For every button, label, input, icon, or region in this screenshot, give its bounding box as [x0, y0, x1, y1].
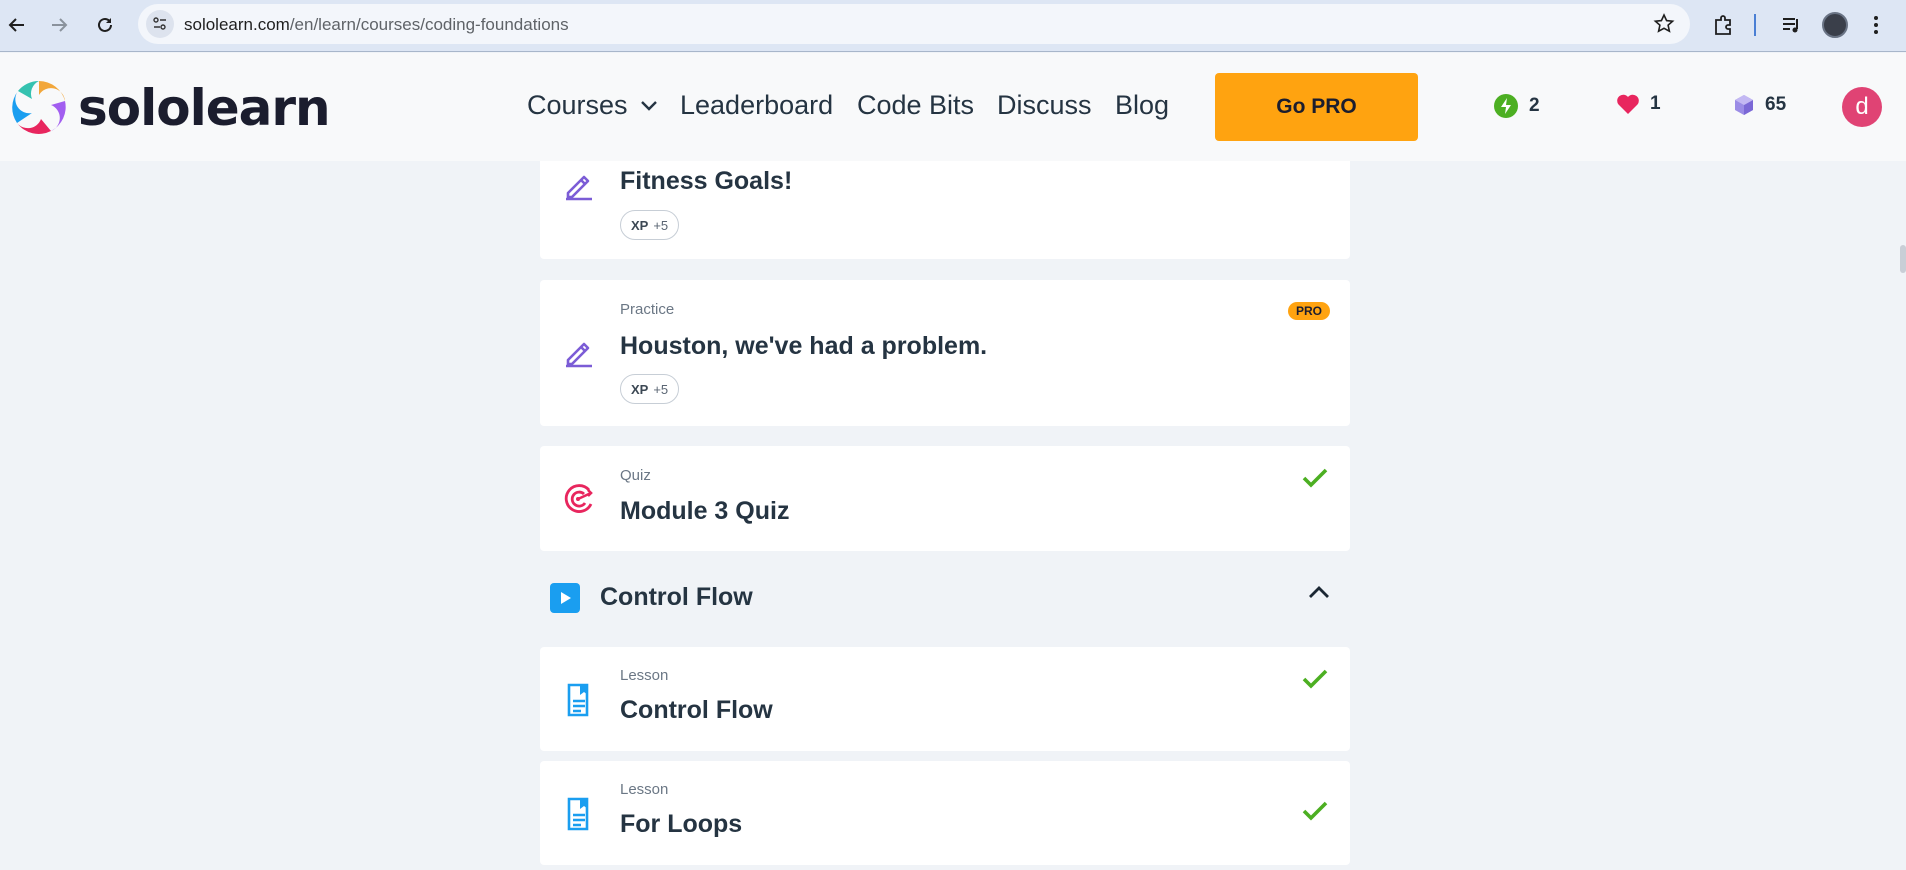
- card-type-label: Lesson: [620, 667, 669, 684]
- forward-icon[interactable]: [44, 10, 74, 40]
- completed-check-icon: [1302, 468, 1328, 493]
- gems-count: 65: [1765, 94, 1787, 115]
- site-header: sololearn Courses Leaderboard Code Bits …: [0, 53, 1906, 161]
- card-type-label: Lesson: [620, 781, 669, 798]
- xp-badge: XP +5: [620, 374, 680, 404]
- section-header-control-flow[interactable]: Control Flow: [540, 575, 1350, 619]
- pro-badge: PRO: [1287, 302, 1330, 320]
- back-icon[interactable]: [2, 10, 32, 40]
- quiz-target-icon: [562, 482, 596, 521]
- card-title: Fitness Goals!: [620, 167, 793, 195]
- lesson-doc-icon: [562, 795, 596, 838]
- toolbar-divider: [1753, 10, 1757, 40]
- user-avatar[interactable]: d: [1842, 87, 1882, 127]
- practice-pencil-icon: [562, 336, 596, 375]
- xp-badge: XP +5: [620, 210, 680, 240]
- chevron-down-icon: [640, 100, 657, 111]
- browser-toolbar: sololearn.com/en/learn/courses/coding-fo…: [0, 0, 1906, 52]
- lesson-doc-icon: [562, 681, 596, 724]
- gems-counter[interactable]: 65: [1733, 93, 1786, 117]
- card-title: For Loops: [620, 810, 743, 838]
- nav-courses[interactable]: Courses: [527, 90, 658, 121]
- chevron-up-icon[interactable]: [1308, 585, 1330, 604]
- card-type-label: Practice: [620, 301, 675, 318]
- url-path: /en/learn/courses/coding-foundations: [289, 15, 569, 34]
- sololearn-logo-icon: [9, 78, 69, 138]
- practice-card-houston[interactable]: Practice Houston, we've had a problem. X…: [540, 280, 1350, 426]
- sololearn-logo[interactable]: sololearn: [8, 77, 331, 139]
- streak-counter[interactable]: 2: [1493, 93, 1540, 119]
- reload-icon[interactable]: [90, 10, 120, 40]
- card-title: Module 3 Quiz: [620, 497, 790, 525]
- completed-check-icon: [1302, 801, 1328, 826]
- card-type-label: Quiz: [620, 467, 651, 484]
- nav-courses-label: Courses: [527, 90, 628, 120]
- completed-check-icon: [1302, 669, 1328, 694]
- practice-pencil-icon: [562, 169, 596, 208]
- nav-leaderboard[interactable]: Leaderboard: [680, 90, 833, 121]
- nav-code-bits[interactable]: Code Bits: [857, 90, 974, 121]
- section-title: Control Flow: [600, 583, 753, 611]
- practice-card-fitness-goals[interactable]: Fitness Goals! XP +5: [540, 161, 1350, 259]
- scrollbar-thumb[interactable]: [1900, 245, 1906, 273]
- lesson-card-for-loops[interactable]: Lesson For Loops: [540, 761, 1350, 865]
- hearts-counter[interactable]: 1: [1616, 93, 1661, 115]
- heart-icon: [1617, 94, 1639, 114]
- xp-label: XP: [631, 381, 649, 397]
- hearts-count: 1: [1650, 93, 1661, 114]
- xp-label: XP: [631, 217, 649, 233]
- play-icon: [550, 583, 580, 613]
- url-text: sololearn.com/en/learn/courses/coding-fo…: [184, 15, 569, 35]
- more-menu-icon[interactable]: [1864, 10, 1888, 40]
- bookmark-star-icon[interactable]: [1652, 12, 1676, 41]
- url-host: sololearn.com: [184, 15, 290, 34]
- card-title: Control Flow: [620, 696, 773, 724]
- media-queue-icon[interactable]: [1776, 10, 1806, 40]
- site-info-icon[interactable]: [146, 10, 174, 38]
- card-title: Houston, we've had a problem.: [620, 332, 988, 360]
- extensions-icon[interactable]: [1708, 10, 1738, 40]
- quiz-card-module-3[interactable]: Quiz Module 3 Quiz: [540, 446, 1350, 551]
- logo-text: sololearn: [78, 79, 331, 137]
- nav-blog[interactable]: Blog: [1115, 90, 1169, 121]
- go-pro-button[interactable]: Go PRO: [1215, 73, 1418, 141]
- gem-cube-icon: [1735, 95, 1753, 115]
- lesson-card-control-flow[interactable]: Lesson Control Flow: [540, 647, 1350, 751]
- streak-count: 2: [1529, 95, 1540, 116]
- xp-value: +5: [653, 217, 669, 233]
- profile-avatar-icon[interactable]: [1820, 10, 1850, 40]
- address-bar[interactable]: sololearn.com/en/learn/courses/coding-fo…: [138, 4, 1690, 44]
- lightning-icon: [1494, 94, 1518, 118]
- xp-value: +5: [653, 381, 669, 397]
- nav-discuss[interactable]: Discuss: [997, 90, 1092, 121]
